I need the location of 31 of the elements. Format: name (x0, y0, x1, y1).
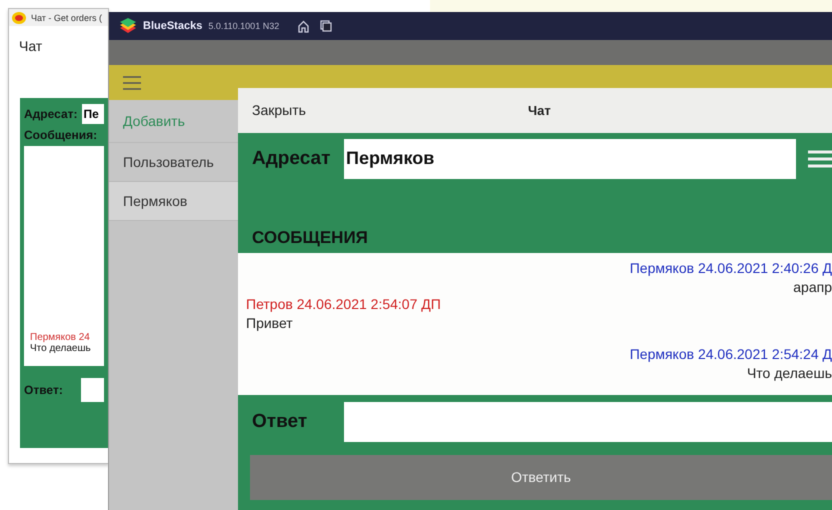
close-button[interactable]: Закрыть (238, 102, 320, 118)
message-author: Петров 24.06.2021 2:54:07 ДП (246, 295, 441, 314)
message-author: Пермяков 24.06.2021 2:40:26 Д (630, 259, 832, 278)
app-name: BlueStacks (143, 20, 202, 32)
version-label: 5.0.110.1001 N32 (208, 21, 280, 31)
form-title: Чат (18, 37, 44, 56)
dialog-title: Чат (528, 102, 551, 118)
reply-label: Ответ (252, 410, 308, 433)
menu-icon[interactable] (123, 76, 141, 90)
reply-button[interactable]: Ответить (250, 454, 832, 500)
recipient-label: Адресат (252, 148, 332, 170)
message-text: Привет (246, 314, 293, 334)
window-title: Чат - Get orders ( (31, 12, 102, 22)
recipient-field[interactable]: Пермяков (344, 138, 796, 179)
app-logo-icon (12, 12, 26, 24)
recipient-label: Адресат: (24, 107, 78, 121)
drawer-item[interactable]: Пермяков (109, 182, 239, 221)
reply-field[interactable] (344, 402, 832, 442)
message-text: Что делаешь (30, 343, 92, 354)
reply-field[interactable] (80, 378, 104, 402)
messages-heading: СООБЩЕНИЯ (252, 228, 369, 248)
message-author: Пермяков 24.06.2021 2:54:24 Д (630, 345, 832, 364)
message-text: арапр (793, 278, 832, 298)
message-author: Пермяков 24 (30, 332, 91, 343)
stack-logo-icon (119, 18, 137, 34)
reply-label: Ответ: (24, 383, 63, 397)
messages-label: Сообщения: (24, 128, 98, 142)
windows-icon[interactable] (320, 20, 332, 32)
message-text: Что делаешь (746, 364, 832, 384)
recipient-field[interactable]: Пе (82, 104, 104, 124)
home-icon[interactable] (297, 20, 310, 32)
